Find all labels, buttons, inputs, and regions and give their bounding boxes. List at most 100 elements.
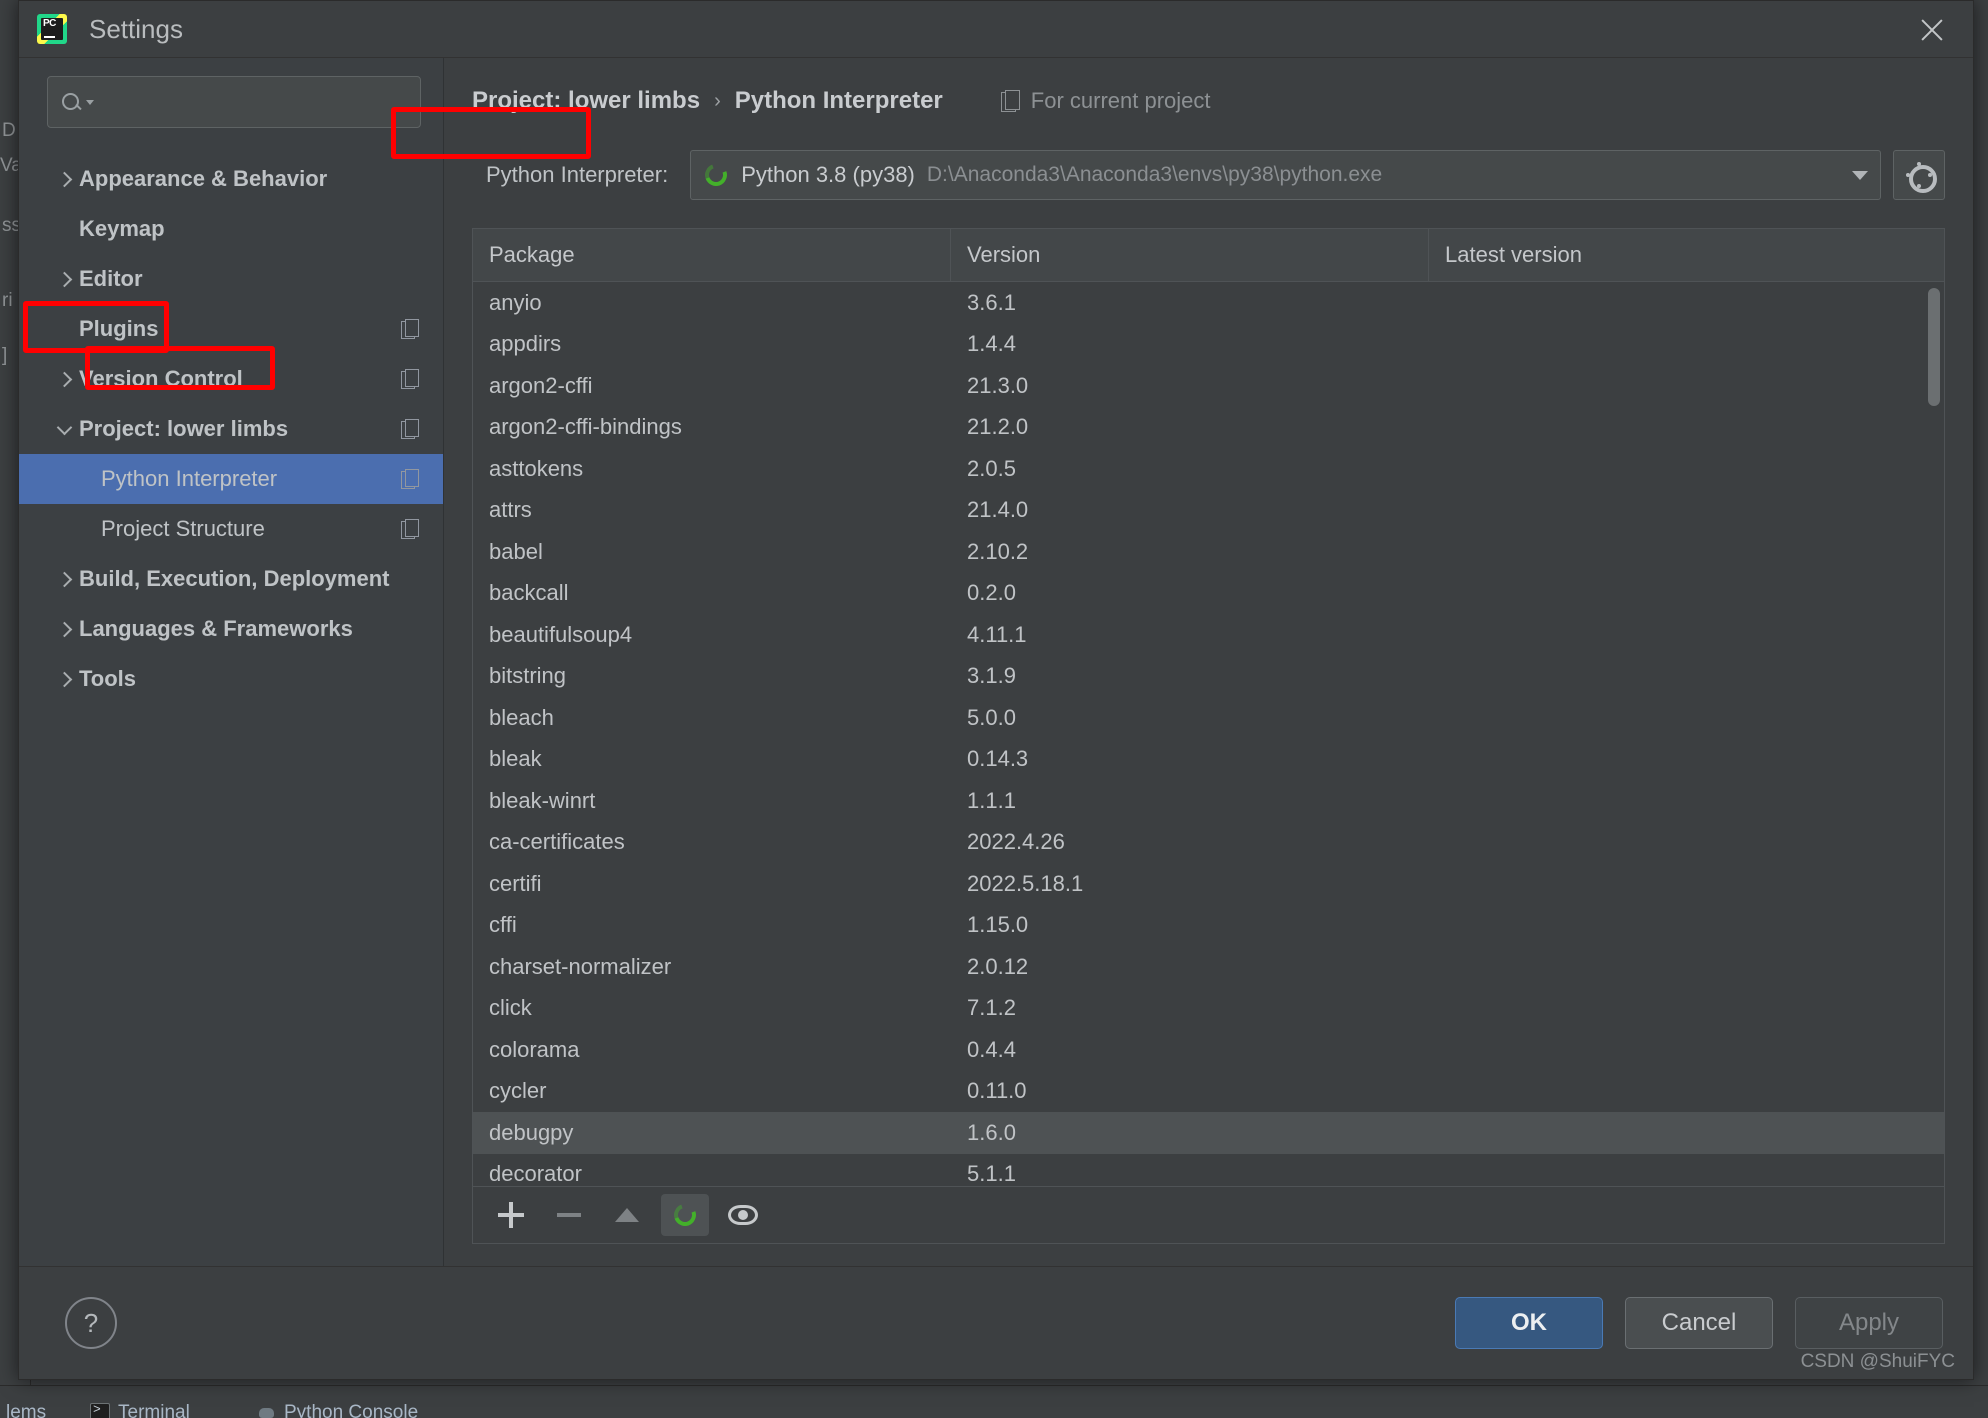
chevron-right-icon[interactable] (49, 621, 79, 637)
cell-package: bleach (489, 704, 554, 730)
cell-version: 2.10.2 (967, 538, 1029, 564)
conda-refresh-button[interactable] (661, 1194, 709, 1236)
backdrop-glyph-3: ri (2, 290, 13, 311)
table-row[interactable]: argon2-cffi-bindings 21.2.0 (473, 407, 1944, 449)
remove-package-button[interactable] (545, 1194, 593, 1236)
table-row[interactable]: bleak 0.14.3 (473, 739, 1944, 781)
settings-sidebar: Appearance & Behavior Keymap Editor Plugins… (19, 58, 444, 1266)
sidebar-item-languages-frameworks[interactable]: Languages & Frameworks (19, 604, 443, 654)
search-dropdown-caret-icon[interactable] (86, 99, 94, 105)
chevron-right-icon[interactable] (49, 271, 79, 287)
column-header-version[interactable]: Version (951, 229, 1429, 281)
table-row[interactable]: debugpy 1.6.0 (473, 1112, 1944, 1154)
ide-status-bar: lems Terminal Python Console (0, 1385, 1988, 1418)
conda-icon (661, 1194, 709, 1236)
sidebar-item-project-structure[interactable]: Project Structure (19, 504, 443, 554)
upgrade-package-button[interactable] (603, 1194, 651, 1236)
sidebar-item-plugins[interactable]: Plugins (19, 304, 443, 354)
backdrop-glyph-4: ] (2, 345, 8, 366)
sidebar-item-python-interpreter[interactable]: Python Interpreter (19, 454, 443, 504)
search-input[interactable] (94, 90, 408, 114)
table-row[interactable]: beautifulsoup4 4.11.1 (473, 614, 1944, 656)
table-row[interactable]: backcall 0.2.0 (473, 573, 1944, 615)
cell-version: 1.1.1 (967, 787, 1016, 813)
cell-package: certifi (489, 870, 542, 896)
cell-package: argon2-cffi (489, 372, 593, 398)
taskbar-item-python-console[interactable]: Python Console (258, 1402, 418, 1418)
gear-icon (1906, 162, 1937, 193)
taskbar-item-terminal[interactable]: Terminal (90, 1402, 190, 1418)
packages-scrollbar-thumb[interactable] (1928, 288, 1940, 406)
settings-nav-tree: Appearance & Behavior Keymap Editor Plugins… (19, 154, 443, 1266)
cell-package: appdirs (489, 331, 562, 357)
table-row[interactable]: cffi 1.15.0 (473, 905, 1944, 947)
column-header-latest-version[interactable]: Latest version (1429, 229, 1944, 281)
taskbar-label-terminal: Terminal (118, 1402, 190, 1418)
interpreter-settings-button[interactable] (1893, 150, 1945, 200)
show-early-releases-button[interactable] (719, 1194, 767, 1236)
pycharm-logo-icon (37, 14, 67, 44)
copy-icon (401, 519, 419, 539)
packages-table-header: Package Version Latest version (473, 229, 1944, 282)
table-row[interactable]: charset-normalizer 2.0.12 (473, 946, 1944, 988)
cell-version: 0.4.4 (967, 1036, 1016, 1062)
scope-label: For current project (1030, 88, 1211, 113)
table-row[interactable]: babel 2.10.2 (473, 531, 1944, 573)
cell-version: 1.6.0 (967, 1119, 1016, 1145)
table-row[interactable]: cycler 0.11.0 (473, 1071, 1944, 1113)
table-row[interactable]: asttokens 2.0.5 (473, 448, 1944, 490)
table-row[interactable]: argon2-cffi 21.3.0 (473, 365, 1944, 407)
table-row[interactable]: attrs 21.4.0 (473, 490, 1944, 532)
table-row[interactable]: click 7.1.2 (473, 988, 1944, 1030)
chevron-down-icon[interactable] (1852, 170, 1868, 180)
main-panel-bottom-spacer (444, 1244, 1973, 1266)
chevron-right-icon[interactable] (49, 371, 79, 387)
sidebar-item-keymap[interactable]: Keymap (19, 204, 443, 254)
table-row[interactable]: colorama 0.4.4 (473, 1029, 1944, 1071)
python-console-icon (258, 1404, 276, 1418)
taskbar-item-0[interactable]: lems (6, 1402, 46, 1418)
search-field[interactable] (47, 76, 421, 128)
close-icon[interactable] (1915, 13, 1949, 47)
copy-icon (401, 319, 419, 339)
help-button[interactable]: ? (65, 1297, 117, 1349)
table-row[interactable]: bleach 5.0.0 (473, 697, 1944, 739)
copy-icon (401, 419, 419, 439)
table-row[interactable]: bitstring 3.1.9 (473, 656, 1944, 698)
chevron-right-icon[interactable] (49, 671, 79, 687)
table-row[interactable]: appdirs 1.4.4 (473, 324, 1944, 366)
table-row[interactable]: anyio 3.6.1 (473, 282, 1944, 324)
cell-version: 5.0.0 (967, 704, 1016, 730)
chevron-down-icon[interactable] (49, 419, 79, 437)
sidebar-item-label: Keymap (79, 216, 165, 241)
packages-scrollbar-track[interactable] (1928, 282, 1942, 1186)
cell-package: babel (489, 538, 543, 564)
copy-icon (401, 369, 419, 389)
column-header-package[interactable]: Package (473, 229, 951, 281)
backdrop-glyph-0: D (2, 120, 16, 141)
sidebar-item-appearance-behavior[interactable]: Appearance & Behavior (19, 154, 443, 204)
search-icon (60, 90, 84, 114)
sidebar-item-version-control[interactable]: Version Control (19, 354, 443, 404)
footer-buttons: OK Cancel Apply (1455, 1297, 1943, 1349)
table-row[interactable]: ca-certificates 2022.4.26 (473, 822, 1944, 864)
add-package-button[interactable] (487, 1194, 535, 1236)
ok-button[interactable]: OK (1455, 1297, 1603, 1349)
main-panel: Project: lower limbs › Python Interprete… (444, 58, 1973, 1266)
table-row[interactable]: certifi 2022.5.18.1 (473, 863, 1944, 905)
apply-button[interactable]: Apply (1795, 1297, 1943, 1349)
sidebar-item-editor[interactable]: Editor (19, 254, 443, 304)
sidebar-item-project-lower-limbs[interactable]: Project: lower limbs (19, 404, 443, 454)
sidebar-item-build-execution-deployment[interactable]: Build, Execution, Deployment (19, 554, 443, 604)
sidebar-item-tools[interactable]: Tools (19, 654, 443, 704)
settings-dialog: Settings Appearance & Behavior Keymap Edit… (18, 0, 1974, 1380)
chevron-right-icon[interactable] (49, 171, 79, 187)
cancel-button[interactable]: Cancel (1625, 1297, 1773, 1349)
breadcrumb-root[interactable]: Project: lower limbs (472, 87, 700, 115)
table-row[interactable]: bleak-winrt 1.1.1 (473, 780, 1944, 822)
interpreter-select[interactable]: Python 3.8 (py38) D:\Anaconda3\Anaconda3… (690, 150, 1881, 200)
scope-indicator[interactable]: For current project (1000, 88, 1211, 114)
table-row[interactable]: decorator 5.1.1 (473, 1154, 1944, 1186)
chevron-right-icon[interactable] (49, 571, 79, 587)
cell-package: ca-certificates (489, 829, 625, 855)
